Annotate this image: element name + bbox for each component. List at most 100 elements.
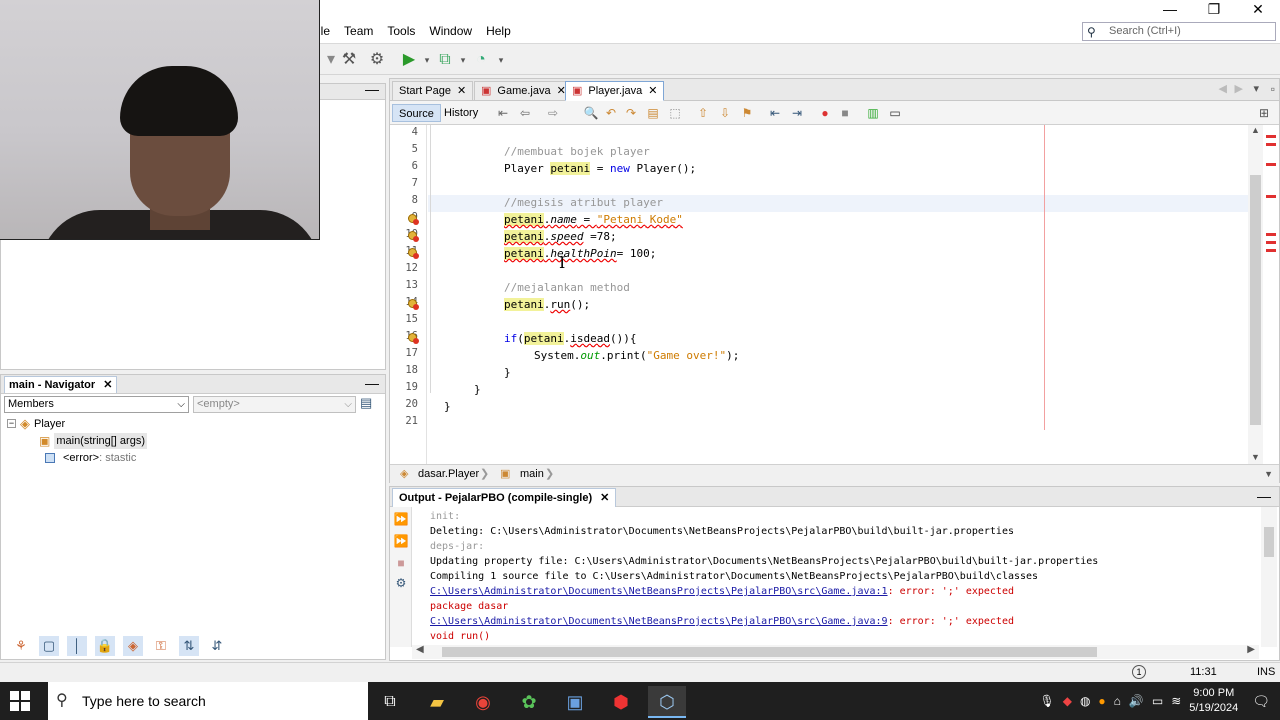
scroll-up-icon[interactable]: ▲ — [1251, 125, 1260, 135]
empty-select[interactable]: <empty> ⌵ — [193, 396, 356, 413]
tab-game-java[interactable]: ▣ Game.java ✕ — [474, 81, 573, 101]
error-hint-icon[interactable] — [408, 231, 419, 242]
volume-icon[interactable]: 🔊 — [1129, 694, 1144, 708]
comment-icon[interactable]: ▥ — [864, 104, 882, 122]
toggle-highlight-icon[interactable]: ▤ — [644, 104, 662, 122]
acrobat-icon[interactable]: ⬢ — [602, 686, 640, 718]
error-hint-icon[interactable] — [408, 248, 419, 259]
stop-icon[interactable]: ■ — [393, 555, 409, 571]
network-icon[interactable]: ⌂ — [1114, 694, 1121, 708]
show-inner-classes-icon[interactable]: ◈ — [123, 636, 143, 656]
breadcrumb-method[interactable]: main — [520, 465, 544, 483]
notification-center-icon[interactable]: 🗨 — [1252, 693, 1270, 710]
rerun-icon[interactable]: ⏩ — [393, 511, 409, 527]
stop-macro-icon[interactable]: ■ — [836, 104, 854, 122]
previous-bookmark-icon[interactable]: ⇧ — [694, 104, 712, 122]
navigator-tab[interactable]: main - Navigator ✕ — [4, 376, 118, 393]
profile-dropdown-icon[interactable]: ▾ — [490, 49, 512, 71]
tree-item-main[interactable]: ▣ main(string[] args) — [7, 432, 147, 449]
breadcrumb-class[interactable]: dasar.Player — [418, 465, 479, 483]
minimize-output-icon[interactable]: — — [1257, 488, 1271, 504]
scroll-down-icon[interactable]: ▼ — [1264, 465, 1273, 483]
next-bookmark-icon[interactable]: ⇩ — [716, 104, 734, 122]
error-hint-icon[interactable] — [408, 299, 419, 310]
windows-start-icon[interactable] — [10, 691, 30, 711]
microphone-icon[interactable]: 🎙 — [1039, 694, 1054, 708]
settings-icon[interactable]: ⚙ — [393, 575, 409, 591]
ide-search-input[interactable]: ⚲ Search (Ctrl+I) — [1082, 22, 1276, 41]
error-link[interactable]: C:\Users\Administrator\Documents\NetBean… — [430, 586, 888, 597]
error-hint-icon[interactable] — [408, 333, 419, 344]
restore-button[interactable]: ❐ — [1192, 0, 1236, 20]
scrollbar-thumb[interactable] — [1264, 527, 1274, 557]
netbeans-icon[interactable]: ⬡ — [648, 686, 686, 718]
paint-icon[interactable]: ✿ — [510, 686, 548, 718]
toggle-bookmark-icon[interactable]: ⚑ — [738, 104, 756, 122]
toggle-rect-selection-icon[interactable]: ⬚ — [666, 104, 684, 122]
build-icon[interactable]: ⚙ — [366, 49, 388, 71]
error-marker[interactable] — [1266, 135, 1276, 138]
scroll-left-icon[interactable]: ◀ — [416, 644, 424, 655]
tree-item-error[interactable]: <error> : stastic — [7, 449, 147, 466]
battery-icon[interactable]: ▭ — [1152, 694, 1163, 708]
inherited-members-icon[interactable]: ⚘ — [11, 636, 31, 656]
output-tab[interactable]: Output - PejalarPBO (compile-single) ✕ — [392, 488, 617, 507]
app-tray-icon[interactable]: ● — [1098, 694, 1105, 708]
find-previous-icon[interactable]: ↶ — [602, 104, 620, 122]
error-marker[interactable] — [1266, 195, 1276, 198]
navigator-config-icon[interactable]: ▤ — [360, 395, 378, 413]
uncomment-icon[interactable]: ▭ — [886, 104, 904, 122]
code-area[interactable]: //membuat bojek player Player petani = n… — [428, 125, 1250, 464]
error-hint-icon[interactable] — [408, 214, 419, 225]
close-icon[interactable]: ✕ — [103, 377, 112, 393]
taskbar-search-input[interactable]: ⚲ Type here to search — [48, 682, 368, 720]
error-marker[interactable] — [1266, 143, 1276, 146]
show-fields-icon[interactable]: ▢ — [39, 636, 59, 656]
tab-start-page[interactable]: Start Page ✕ — [392, 81, 474, 101]
shift-right-icon[interactable]: ⇥ — [788, 104, 806, 122]
file-explorer-icon[interactable]: ▰ — [418, 686, 456, 718]
clean-build-icon[interactable]: ⚒ — [338, 49, 360, 71]
minimize-navigator-icon[interactable]: — — [365, 375, 379, 391]
scroll-right-icon[interactable]: ▶ — [1247, 644, 1255, 655]
tab-player-java[interactable]: ▣ Player.java ✕ — [565, 81, 665, 101]
error-marker[interactable] — [1266, 233, 1276, 236]
shift-left-icon[interactable]: ⇤ — [766, 104, 784, 122]
show-fqn-icon[interactable]: ⚿ — [151, 636, 171, 656]
acrobat-tray-icon[interactable]: ◆ — [1063, 694, 1072, 708]
menu-window[interactable]: Window — [429, 24, 472, 42]
error-marker[interactable] — [1266, 163, 1276, 166]
last-edit-icon[interactable]: ⇤ — [494, 104, 512, 122]
sort-by-source-icon[interactable]: ⇅ — [179, 636, 199, 656]
scroll-down-icon[interactable]: ▼ — [1251, 452, 1260, 462]
close-window-button[interactable]: ✕ — [1236, 0, 1280, 20]
chrome-icon[interactable]: ◉ — [464, 686, 502, 718]
tree-item-player[interactable]: − ◈ Player — [7, 415, 147, 432]
taskbar-clock[interactable]: 9:00 PM 5/19/2024 — [1189, 686, 1238, 716]
task-view-icon[interactable]: ⧉ — [371, 686, 409, 718]
source-button[interactable]: Source — [392, 104, 441, 122]
profile-icon[interactable]: ◔ — [470, 49, 492, 71]
close-icon[interactable]: ✕ — [457, 82, 466, 100]
wifi-icon[interactable]: ≋ — [1171, 694, 1181, 708]
error-marker[interactable] — [1266, 249, 1276, 252]
find-icon[interactable]: 🔍 — [582, 104, 600, 122]
maximize-window-icon[interactable]: ▫ — [1271, 82, 1275, 96]
show-static-icon[interactable]: │ — [67, 636, 87, 656]
menu-tools[interactable]: Tools — [387, 24, 415, 42]
find-next-icon[interactable]: ↷ — [622, 104, 640, 122]
error-stripe[interactable] — [1263, 125, 1279, 464]
notifications-badge[interactable]: 1 — [1132, 665, 1146, 679]
menu-help[interactable]: Help — [486, 24, 511, 42]
close-icon[interactable]: ✕ — [648, 82, 657, 100]
sort-by-name-icon[interactable]: ⇵ — [207, 636, 227, 656]
error-marker[interactable] — [1266, 241, 1276, 244]
start-macro-icon[interactable]: ● — [816, 104, 834, 122]
rerun-with-params-icon[interactable]: ⏩ — [393, 533, 409, 549]
members-filter-select[interactable]: Members ⌵ — [4, 396, 189, 413]
scrollbar-thumb[interactable] — [442, 647, 1097, 657]
collapse-icon[interactable]: − — [7, 419, 16, 428]
scroll-tabs-right-icon[interactable]: ▶ — [1235, 82, 1243, 95]
back-icon[interactable]: ⇦ — [516, 104, 534, 122]
minimize-panel-icon[interactable]: — — [365, 81, 379, 97]
